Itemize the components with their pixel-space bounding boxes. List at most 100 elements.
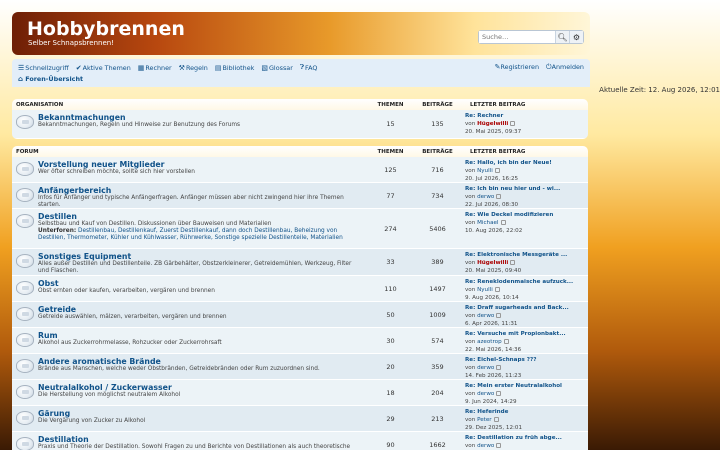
forum-title[interactable]: Getreide: [38, 305, 227, 314]
last-post-user[interactable]: derwo: [477, 391, 494, 397]
last-post-title[interactable]: Re: Eichel-Schnaps ???: [465, 357, 584, 365]
forum-title[interactable]: Anfängerbereich: [38, 186, 363, 195]
last-post-title[interactable]: Re: Heferinde: [465, 409, 584, 417]
forum-description: Getreide auswählen, mälzen, verarbeiten,…: [38, 314, 227, 320]
forum-title[interactable]: Destillation: [38, 435, 350, 444]
search-icon[interactable]: 🔍︎: [555, 31, 569, 43]
last-post-user[interactable]: Nyulli: [477, 287, 493, 293]
goto-post-icon[interactable]: [500, 219, 506, 225]
last-post-title[interactable]: Re: Ich bin neu hier und - wi...: [465, 186, 584, 194]
goto-post-icon[interactable]: [496, 312, 502, 318]
posts-count: 574: [414, 328, 461, 353]
topics-count: 110: [367, 276, 414, 301]
last-post-date: 20. Mai 2025, 09:40: [465, 267, 522, 274]
nav-faq[interactable]: ❓︎ FAQ: [300, 63, 318, 72]
goto-post-icon[interactable]: [496, 364, 502, 370]
forum-description: Bekanntmachungen, Regeln und Hinweise zu…: [38, 122, 241, 128]
topics-count: 77: [367, 183, 414, 208]
nav-calculator[interactable]: ▦ Rechner: [138, 63, 172, 72]
goto-post-icon[interactable]: [493, 416, 499, 422]
forum-title[interactable]: Gärung: [38, 409, 145, 418]
last-post: Re: Eichel-Schnaps ??? von derwo 14. Feb 2…: [461, 354, 588, 379]
last-post-title[interactable]: Re: Elektronische Messgeräte ...: [465, 252, 584, 260]
forum-description: Praxis und Theorie der Destillation. Sow…: [38, 444, 351, 450]
posts-count: 5406: [414, 209, 461, 248]
last-post-title[interactable]: Re: Draff sugarheads and Back...: [465, 305, 584, 313]
advanced-search-gear-icon[interactable]: ⚙: [569, 31, 583, 43]
forum-title[interactable]: Neutralalkohol / Zuckerwasser: [38, 383, 180, 392]
goto-post-icon[interactable]: [503, 338, 509, 344]
site-header: Hobbybrennen Selber Schnapsbrennen! 🔍︎ ⚙: [12, 12, 590, 55]
forum-row: Destillation Praxis und Theorie der Desti…: [12, 432, 588, 450]
forum-description: Infos für Anfänger und typische Anfänger…: [38, 195, 344, 208]
goto-post-icon[interactable]: [496, 442, 502, 448]
forum-read-icon: [16, 281, 34, 295]
goto-post-icon[interactable]: [496, 193, 502, 199]
posts-count: 716: [414, 157, 461, 182]
home-icon: ⌂: [18, 75, 24, 83]
forum-title[interactable]: Bekanntmachungen: [38, 113, 240, 122]
forum-title[interactable]: Vorstellung neuer Mitglieder: [38, 160, 195, 169]
nav-active-topics[interactable]: ✔ Aktive Themen: [76, 63, 131, 72]
last-post-title[interactable]: Re: Mein erster Neutralalkohol: [465, 383, 584, 391]
goto-post-icon[interactable]: [494, 286, 500, 292]
forum-row: Getreide Getreide auswählen, mälzen, vera…: [12, 302, 588, 328]
goto-post-icon[interactable]: [496, 390, 502, 396]
forum-row: Neutralalkohol / Zuckerwasser Die Herstel…: [12, 380, 588, 406]
nav-quicklinks[interactable]: ☰ Schnellzugriff: [18, 63, 69, 72]
last-post-title[interactable]: Re: Versuche mit Propionbakt...: [465, 331, 584, 339]
goto-post-icon[interactable]: [510, 259, 516, 265]
last-post-user[interactable]: derwo: [477, 365, 494, 371]
last-post-user[interactable]: azeotrop: [477, 339, 502, 345]
last-post-title[interactable]: Re: Hallo, ich bin der Neue!: [465, 160, 584, 168]
posts-count: 359: [414, 354, 461, 379]
last-post: Re: Heferinde von Peter 29. Dez 2025, 12:0…: [461, 406, 588, 431]
last-post-user[interactable]: Michael: [477, 220, 498, 226]
nav-register[interactable]: ✎Registrieren: [495, 63, 539, 72]
forum-title[interactable]: Andere aromatische Brände: [38, 357, 320, 366]
forum-read-icon: [16, 385, 34, 399]
last-post-title[interactable]: Re: Destillation zu früh abge...: [465, 435, 584, 443]
book-icon: ▤: [214, 63, 222, 72]
subforums[interactable]: Unterforen: Destillenbau, Destillenkauf,…: [38, 228, 363, 242]
last-post-user[interactable]: Hügelwilli: [477, 121, 508, 127]
search-input[interactable]: [479, 31, 555, 43]
last-post: Re: Hallo, ich bin der Neue! von Nyulli 20…: [461, 157, 588, 182]
forum-read-icon: [16, 162, 34, 176]
nav-glossary[interactable]: ▧ Glossar: [261, 63, 292, 72]
last-post-user[interactable]: Peter: [477, 417, 492, 423]
last-post-user[interactable]: Nyulli: [477, 168, 493, 174]
site-title[interactable]: Hobbybrennen: [27, 18, 185, 40]
goto-post-icon[interactable]: [510, 120, 516, 126]
forum-description: Wer öfter schreiben möchte, sollte sich …: [38, 169, 195, 175]
topics-count: 33: [367, 249, 414, 275]
goto-post-icon[interactable]: [494, 167, 500, 173]
breadcrumb[interactable]: ⌂ Foren-Übersicht: [18, 75, 83, 83]
forum-title[interactable]: Obst: [38, 279, 215, 288]
forum-title[interactable]: Rum: [38, 331, 222, 340]
section-forum: FORUM THEMEN BEITRÄGE LETZTER BEITRAG Vo…: [12, 146, 588, 450]
forum-title[interactable]: Destillen: [38, 212, 363, 221]
forum-read-icon: [16, 254, 34, 268]
forum-title[interactable]: Sonstiges Equipment: [38, 252, 363, 261]
last-post-user[interactable]: Hügelwilli: [477, 260, 508, 266]
last-post-title[interactable]: Re: Wie Deckel modifizieren: [465, 212, 584, 220]
topics-count: 18: [367, 380, 414, 405]
topics-count: 29: [367, 406, 414, 431]
last-post: Re: Mein erster Neutralalkohol von derwo 9…: [461, 380, 588, 405]
gavel-icon: ⚒: [178, 63, 185, 72]
nav-library[interactable]: ▤ Bibliothek: [215, 63, 255, 72]
section-header: ORGANISATION THEMEN BEITRÄGE LETZTER BEI…: [12, 99, 588, 110]
last-post-user[interactable]: derwo: [477, 313, 494, 319]
nav-login[interactable]: ⏻︎Anmelden: [546, 63, 584, 72]
forum-read-icon: [16, 307, 34, 321]
posts-count: 204: [414, 380, 461, 405]
posts-count: 213: [414, 406, 461, 431]
last-post-user[interactable]: derwo: [477, 194, 494, 200]
forum-read-icon: [16, 437, 34, 450]
last-post-user[interactable]: derwo: [477, 443, 494, 449]
nav-rules[interactable]: ⚒ Regeln: [179, 63, 208, 72]
last-post-title[interactable]: Re: Rechner: [465, 113, 584, 121]
forum-row: Andere aromatische Brände Brände aus Mans…: [12, 354, 588, 380]
last-post-title[interactable]: Re: Reneklodenmaische aufzuck...: [465, 279, 584, 287]
